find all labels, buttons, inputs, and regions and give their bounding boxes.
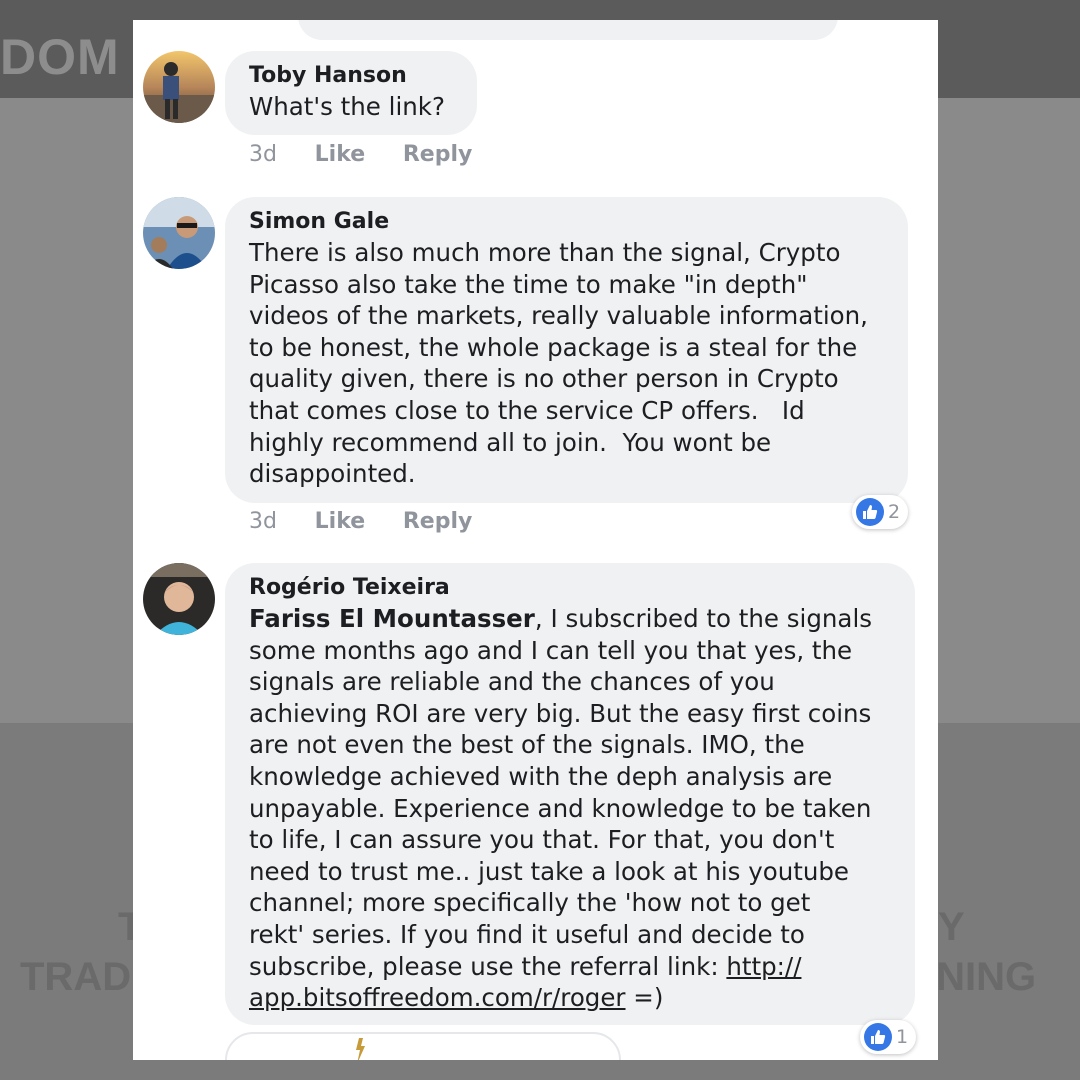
referral-link[interactable]: http:// — [726, 952, 801, 981]
comment-author[interactable]: Toby Hanson — [249, 61, 455, 91]
avatar-rogerio-teixeira[interactable] — [143, 563, 215, 635]
comment-line-text: , I subscribed to the signals — [534, 604, 873, 633]
thumbs-up-icon — [856, 498, 884, 526]
comment-line: knowledge achieved with the deph analysi… — [249, 761, 833, 791]
comment-line: quality given, there is no other person … — [249, 364, 839, 394]
like-button[interactable]: Like — [315, 142, 366, 167]
background-text-line2-right: INING — [925, 955, 1037, 999]
comment-line: app.bitsoffreedom.com/r/roger =) — [249, 982, 893, 1014]
comment-line: There is also much more than the signal,… — [249, 238, 841, 267]
mentioned-user-link[interactable]: Fariss El Mountasser — [249, 604, 535, 633]
comment-line: disappointed. — [249, 459, 416, 489]
comment-line: that comes close to the service CP offer… — [249, 395, 805, 425]
next-comment-bubble — [225, 1032, 621, 1060]
comment-line: videos of the markets, really valuable i… — [249, 301, 868, 331]
comment-bubble: Rogério Teixeira Fariss El Mountasser, I… — [225, 563, 915, 1025]
comment-line: subscribe, please use the referral link:… — [249, 951, 893, 983]
comment-line: need to trust me.. just take a look at h… — [249, 856, 849, 886]
comment-line: signals are reliable and the chances of … — [249, 667, 775, 697]
comment-bubble: Toby Hanson What's the link? — [225, 51, 477, 135]
comments-panel: Toby Hanson What's the link? 3d Like Rep… — [133, 20, 938, 1060]
comment-actions: 3d Like Reply — [249, 509, 502, 534]
background-logo: DOM — [0, 29, 120, 85]
comment-line: highly recommend all to join. You wont b… — [249, 427, 772, 457]
comment-line: to be honest, the whole package is a ste… — [249, 332, 858, 362]
reaction-count: 1 — [896, 1026, 909, 1048]
avatar-simon-gale[interactable] — [143, 197, 215, 269]
comment-author[interactable]: Rogério Teixeira — [249, 573, 893, 603]
comment-line-text: =) — [625, 983, 664, 1013]
comment-text: There is also much more than the signal,… — [249, 237, 886, 490]
comment-line-text: subscribe, please use the referral link: — [249, 951, 727, 981]
comment-timestamp[interactable]: 3d — [249, 509, 277, 534]
comment-actions: 3d Like Reply — [249, 142, 502, 167]
previous-comment-bubble — [298, 20, 838, 40]
like-button[interactable]: Like — [315, 509, 366, 534]
comment-text: What's the link? — [249, 92, 445, 121]
reaction-summary[interactable]: 2 — [852, 495, 909, 529]
attachment-thumbnail-icon — [356, 1038, 365, 1060]
comment-text: Fariss El Mountasser, I subscribed to th… — [249, 603, 893, 1014]
comment-author[interactable]: Simon Gale — [249, 207, 886, 237]
comment-bubble: Simon Gale There is also much more than … — [225, 197, 908, 503]
reaction-count: 2 — [888, 501, 901, 523]
background-text-line2-left: TRAD — [20, 955, 132, 999]
reply-button[interactable]: Reply — [403, 509, 473, 534]
comment-line: unpayable. Experience and knowledge to b… — [249, 793, 872, 823]
comment-line: Picasso also take the time to make "in d… — [249, 269, 808, 299]
comment-line: channel; more specifically the 'how not … — [249, 888, 811, 918]
comment-timestamp[interactable]: 3d — [249, 142, 277, 167]
avatar-toby-hanson[interactable] — [143, 51, 215, 123]
thumbs-up-icon — [864, 1023, 892, 1051]
comment-line: rekt' series. If you find it useful and … — [249, 919, 805, 949]
comment-line: achieving ROI are very big. But the easy… — [249, 698, 872, 728]
comment-line: are not even the best of the signals. IM… — [249, 730, 805, 760]
comment-line: some months ago and I can tell you that … — [249, 635, 853, 665]
reaction-summary[interactable]: 1 — [860, 1020, 917, 1054]
reply-button[interactable]: Reply — [403, 142, 473, 167]
referral-link-continued[interactable]: app.bitsoffreedom.com/r/roger — [249, 983, 626, 1012]
comment-line: Fariss El Mountasser, I subscribed to th… — [249, 603, 893, 635]
comment-line: to life, I can assure you that. For that… — [249, 825, 835, 855]
background-text-line1-right: Y — [938, 905, 965, 949]
